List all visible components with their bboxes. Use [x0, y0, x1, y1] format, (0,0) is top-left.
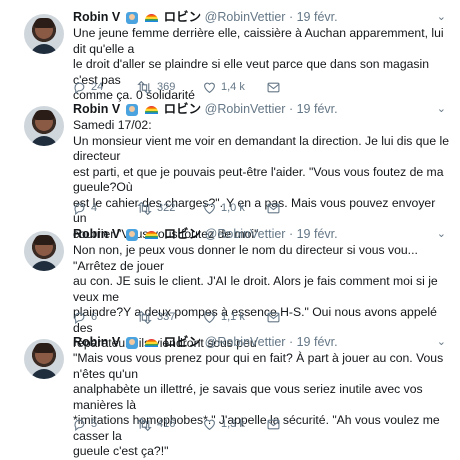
tweet-date[interactable]: 19 févr.: [297, 102, 338, 116]
like-count: 1,1 k: [221, 311, 245, 323]
envelope-icon: [267, 312, 280, 323]
rainbow-emoji-icon: [145, 105, 159, 114]
retweet-count: 416: [157, 418, 176, 430]
reply-button[interactable]: 5: [73, 418, 137, 431]
tweet-actions: 24 369 1,4 k: [73, 79, 287, 95]
chevron-down-icon[interactable]: ⌄: [437, 333, 446, 351]
like-button[interactable]: 1,4 k: [203, 81, 267, 94]
display-name[interactable]: Robin V: [73, 102, 120, 116]
user-handle[interactable]: @RobinVettier: [205, 10, 286, 24]
like-count: 1,0 k: [221, 202, 245, 214]
user-handle[interactable]: @RobinVettier: [205, 335, 286, 349]
envelope-icon: [267, 82, 280, 93]
retweet-icon: [137, 310, 152, 324]
tweet-text-line: est parti, et que je pouvais peut-être l…: [73, 164, 444, 195]
tweet-header: Robin V ロビン @RobinVettier · 19 févr. ⌄: [73, 225, 450, 243]
avatar[interactable]: [24, 339, 64, 379]
rainbow-emoji-icon: [145, 13, 159, 22]
tweet-header: Robin V ロビン @RobinVettier · 19 févr. ⌄: [73, 100, 450, 118]
display-name-japanese: ロビン: [163, 10, 202, 24]
reply-count: 4: [91, 202, 98, 214]
display-name-japanese: ロビン: [163, 227, 202, 241]
separator-dot: ·: [288, 10, 294, 24]
retweet-icon: [137, 201, 152, 215]
retweet-count: 369: [157, 81, 176, 93]
like-count: 1,3 k: [221, 418, 245, 430]
tweet-text: "Mais vous vous prenez pour qui en fait?…: [73, 351, 450, 460]
reply-count: 5: [91, 418, 98, 430]
avatar[interactable]: [24, 106, 64, 146]
reply-button[interactable]: 24: [73, 81, 137, 94]
envelope-icon: [267, 419, 280, 430]
like-button[interactable]: 1,1 k: [203, 311, 267, 324]
avatar[interactable]: [24, 14, 64, 54]
retweet-button[interactable]: 416: [137, 417, 203, 431]
direct-message-button[interactable]: [267, 203, 287, 214]
avatar[interactable]: [24, 231, 64, 271]
reply-button[interactable]: 6: [73, 311, 137, 324]
display-name[interactable]: Robin V: [73, 227, 120, 241]
direct-message-button[interactable]: [267, 82, 287, 93]
tweet-thread: Robin V ロビン @RobinVettier · 19 févr. ⌄ U…: [0, 0, 460, 458]
tweet-text: Samedi 17/02: Un monsieur vient me voir …: [73, 118, 450, 242]
person-emoji-icon: [125, 228, 138, 241]
reply-count: 6: [91, 311, 98, 323]
tweet-text-line: gueule c'est ça?!": [73, 444, 169, 458]
tweet-date[interactable]: 19 févr.: [297, 227, 338, 241]
like-count: 1,4 k: [221, 81, 245, 93]
tweet-date[interactable]: 19 févr.: [297, 10, 338, 24]
person-emoji-icon: [125, 11, 138, 24]
tweet-text-line: au con. JE suis le client. J'AI le droit…: [73, 274, 438, 304]
tweet-text-line: Non non, je peux vous donner le nom du d…: [73, 243, 418, 273]
chevron-down-icon[interactable]: ⌄: [437, 100, 446, 118]
person-emoji-icon: [125, 336, 138, 349]
tweet-text-line: Une jeune femme derrière elle, caissière…: [73, 26, 444, 56]
tweet-text-line: "Mais vous vous prenez pour qui en fait?…: [73, 351, 444, 381]
chevron-down-icon[interactable]: ⌄: [437, 225, 446, 243]
heart-icon: [203, 81, 216, 94]
user-handle[interactable]: @RobinVettier: [205, 227, 286, 241]
heart-icon: [203, 311, 216, 324]
direct-message-button[interactable]: [267, 419, 287, 430]
direct-message-button[interactable]: [267, 312, 287, 323]
tweet-header: Robin V ロビン @RobinVettier · 19 févr. ⌄: [73, 8, 450, 26]
reply-icon: [73, 81, 86, 94]
display-name[interactable]: Robin V: [73, 335, 120, 349]
separator-dot: ·: [288, 335, 294, 349]
display-name[interactable]: Robin V: [73, 10, 120, 24]
tweet-date[interactable]: 19 févr.: [297, 335, 338, 349]
reply-icon: [73, 418, 86, 431]
person-emoji-icon: [125, 103, 138, 116]
retweet-button[interactable]: 369: [137, 80, 203, 94]
like-button[interactable]: 1,0 k: [203, 202, 267, 215]
reply-icon: [73, 202, 86, 215]
tweet-actions: 4 322 1,0 k: [73, 200, 287, 216]
envelope-icon: [267, 203, 280, 214]
retweet-icon: [137, 80, 152, 94]
retweet-count: 322: [157, 202, 176, 214]
user-handle[interactable]: @RobinVettier: [205, 102, 286, 116]
rainbow-emoji-icon: [145, 338, 159, 347]
like-button[interactable]: 1,3 k: [203, 418, 267, 431]
reply-button[interactable]: 4: [73, 202, 137, 215]
tweet-text-line: Samedi 17/02:: [73, 118, 152, 132]
separator-dot: ·: [288, 102, 294, 116]
retweet-count: 337: [157, 311, 176, 323]
retweet-button[interactable]: 322: [137, 201, 203, 215]
tweet-actions: 6 337 1,1 k: [73, 309, 287, 325]
tweet-text-line: analphabète un illettré, je savais que v…: [73, 382, 423, 412]
retweet-icon: [137, 417, 152, 431]
separator-dot: ·: [288, 227, 294, 241]
retweet-button[interactable]: 337: [137, 310, 203, 324]
rainbow-emoji-icon: [145, 230, 159, 239]
heart-icon: [203, 202, 216, 215]
display-name-japanese: ロビン: [163, 102, 202, 116]
tweet-text-line: Un monsieur vient me voir en demandant l…: [73, 133, 449, 164]
reply-count: 24: [91, 81, 104, 93]
reply-icon: [73, 311, 86, 324]
display-name-japanese: ロビン: [163, 335, 202, 349]
chevron-down-icon[interactable]: ⌄: [437, 8, 446, 26]
heart-icon: [203, 418, 216, 431]
tweet-header: Robin V ロビン @RobinVettier · 19 févr. ⌄: [73, 333, 450, 351]
